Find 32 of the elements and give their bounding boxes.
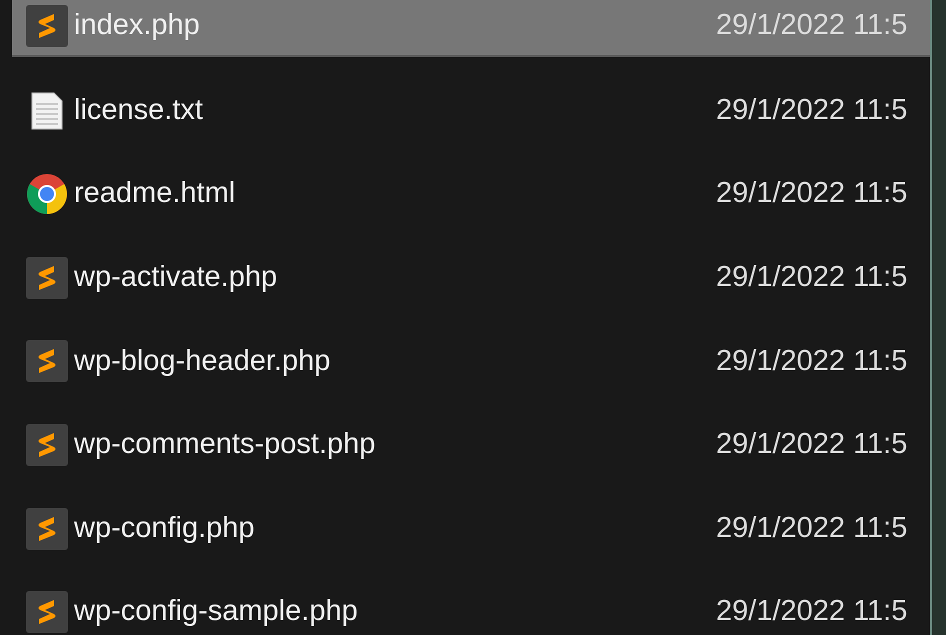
modified-date: 29/1/2022 11:5 — [716, 344, 908, 379]
file-name: wp-comments-post.php — [74, 427, 376, 462]
file-row[interactable]: wp-config-sample.php 29/1/2022 11:5 — [12, 582, 930, 635]
file-name: wp-config.php — [74, 510, 256, 546]
file-name: license.txt — [74, 92, 204, 128]
modified-date: 29/1/2022 11:5 — [716, 8, 908, 44]
file-name: wp-blog-header.php — [74, 344, 332, 379]
file-icon — [26, 591, 68, 634]
file-icon — [26, 5, 68, 47]
file-icon — [26, 508, 68, 550]
file-row[interactable]: index.php 29/1/2022 11:5 — [12, 0, 930, 57]
file-name: wp-config-sample.php — [74, 594, 359, 630]
file-row[interactable]: wp-activate.php 29/1/2022 11:5 — [12, 248, 930, 308]
modified-date: 29/1/2022 11:5 — [716, 594, 908, 630]
text-file-icon — [31, 92, 63, 130]
file-name: wp-activate.php — [74, 260, 278, 296]
modified-date: 29/1/2022 11:5 — [716, 510, 908, 546]
file-row[interactable]: wp-comments-post.php 29/1/2022 11:5 — [12, 414, 930, 475]
file-name: index.php — [74, 8, 201, 44]
file-row[interactable]: license.txt 29/1/2022 11:5 — [12, 80, 930, 141]
modified-date: 29/1/2022 11:5 — [716, 260, 908, 296]
browser-icon — [27, 174, 67, 214]
file-icon — [26, 424, 68, 466]
modified-date: 29/1/2022 11:5 — [716, 176, 908, 212]
file-row[interactable]: readme.html 29/1/2022 11:5 — [12, 164, 930, 224]
modified-date: 29/1/2022 11:5 — [716, 92, 908, 128]
file-row[interactable]: wp-blog-header.php 29/1/2022 11:5 — [12, 331, 930, 392]
file-icon — [26, 340, 68, 382]
file-row[interactable]: wp-config.php 29/1/2022 11:5 — [12, 498, 930, 559]
file-name: readme.html — [74, 176, 236, 212]
modified-date: 29/1/2022 11:5 — [716, 427, 908, 462]
file-icon — [26, 256, 68, 299]
